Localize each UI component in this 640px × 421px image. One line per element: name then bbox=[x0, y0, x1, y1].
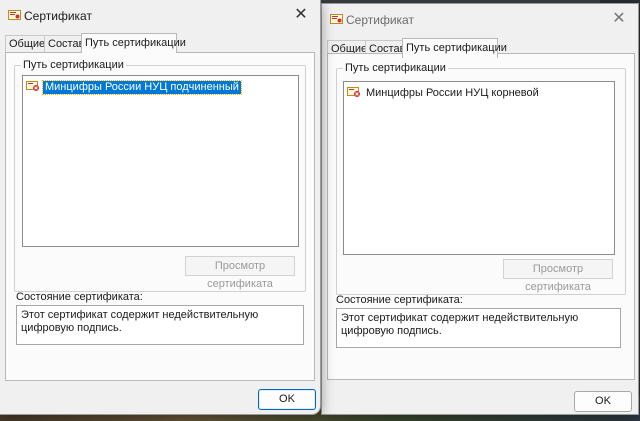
view-certificate-button[interactable]: Просмотр сертификата bbox=[503, 259, 613, 293]
certificate-dialog-right: Сертификат ✕ Общие Состав Путь сертифика… bbox=[322, 4, 638, 414]
tree-item[interactable]: Минцифры России НУЦ корневой bbox=[347, 86, 541, 100]
tab-panel: Путь сертификации Минцифры России НУЦ ко… bbox=[327, 53, 635, 380]
title-bar[interactable]: Сертификат ✕ bbox=[0, 0, 320, 32]
tab-details[interactable]: Состав bbox=[44, 35, 85, 53]
certificate-state-label: Состояние сертификата: bbox=[336, 294, 463, 306]
certificate-state-text: Этот сертификат содержит недействительну… bbox=[336, 308, 621, 348]
tree-item-label: Минцифры России НУЦ корневой bbox=[366, 86, 539, 99]
title-bar[interactable]: Сертификат ✕ bbox=[322, 4, 638, 36]
certification-path-tree[interactable]: Минцифры России НУЦ корневой bbox=[343, 81, 615, 255]
tab-certification-path[interactable]: Путь сертификации bbox=[402, 38, 507, 58]
certificate-error-icon bbox=[347, 86, 361, 101]
certification-path-tree[interactable]: Минцифры России НУЦ подчиненный bbox=[22, 75, 299, 247]
ok-button[interactable]: OK bbox=[258, 389, 316, 410]
path-group-label: Путь сертификации bbox=[343, 62, 448, 74]
window-title: Сертификат bbox=[346, 13, 414, 27]
view-certificate-button[interactable]: Просмотр сертификата bbox=[185, 256, 295, 290]
certificate-state-label: Состояние сертификата: bbox=[16, 291, 143, 303]
window-title: Сертификат bbox=[24, 9, 92, 23]
close-icon[interactable]: ✕ bbox=[292, 6, 310, 24]
certificate-dialog-left: Сертификат ✕ Общие Состав Путь сертифика… bbox=[0, 0, 320, 414]
tab-general[interactable]: Общие bbox=[5, 35, 46, 53]
tree-item-label: Минцифры России НУЦ подчиненный bbox=[42, 79, 242, 95]
tab-certification-path[interactable]: Путь сертификации bbox=[81, 33, 186, 53]
certificate-error-icon bbox=[26, 80, 40, 95]
ok-button[interactable]: OK bbox=[574, 391, 632, 412]
path-group-label: Путь сертификации bbox=[21, 59, 126, 71]
tree-item[interactable]: Минцифры России НУЦ подчиненный bbox=[26, 79, 242, 95]
close-icon[interactable]: ✕ bbox=[610, 10, 628, 28]
certificate-icon bbox=[330, 13, 343, 28]
certificate-icon bbox=[8, 9, 21, 24]
certificate-state-text: Этот сертификат содержит недействительну… bbox=[16, 305, 304, 345]
tab-panel: Путь сертификации Минцифры России НУЦ по… bbox=[5, 52, 315, 381]
